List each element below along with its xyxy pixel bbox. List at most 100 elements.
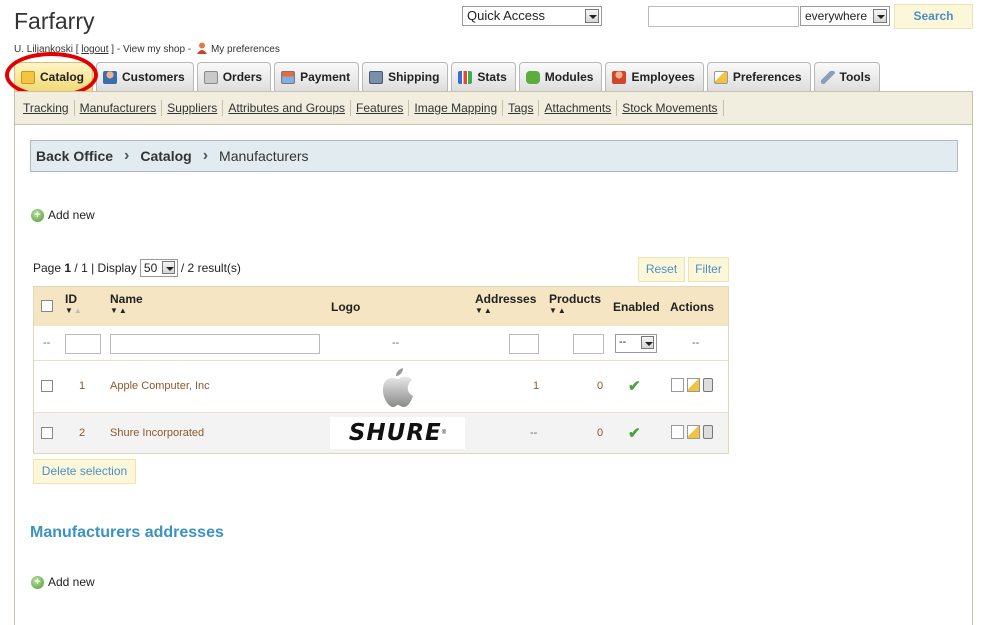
breadcrumb: Back Office › Catalog › Manufacturers bbox=[30, 140, 958, 172]
subnav-features[interactable]: Features bbox=[351, 100, 410, 116]
delete-selection-button[interactable]: Delete selection bbox=[33, 459, 136, 484]
row-actions bbox=[671, 378, 716, 395]
customer-icon bbox=[103, 70, 118, 84]
tab-label: Tools bbox=[839, 70, 871, 84]
edit-icon[interactable] bbox=[687, 425, 700, 439]
subnav-manufacturers[interactable]: Manufacturers bbox=[75, 100, 163, 116]
search-scope-select[interactable]: everywhere bbox=[800, 6, 890, 26]
sort-icon[interactable]: ▼▲ bbox=[475, 306, 536, 315]
sort-icon[interactable]: ▼▲ bbox=[65, 306, 83, 315]
search-scope-label: everywhere bbox=[805, 9, 868, 23]
employee-icon bbox=[612, 70, 627, 84]
tab-payment[interactable]: Payment bbox=[274, 62, 360, 91]
filter-addresses-input[interactable] bbox=[509, 334, 539, 354]
column-id-label: ID bbox=[65, 292, 77, 306]
column-addresses: Addresses ▼▲ bbox=[475, 292, 536, 315]
result-count: / 2 result(s) bbox=[180, 261, 241, 275]
view-icon[interactable] bbox=[671, 378, 684, 392]
tab-preferences[interactable]: Preferences bbox=[706, 62, 811, 91]
filter-products-input[interactable] bbox=[573, 334, 604, 354]
subnav-stock-movements[interactable]: Stock Movements bbox=[617, 100, 724, 116]
logout-link[interactable]: logout bbox=[81, 44, 108, 55]
tab-tools[interactable]: Tools bbox=[813, 62, 880, 91]
my-preferences-link[interactable]: My preferences bbox=[211, 44, 280, 55]
sort-icon[interactable]: ▼▲ bbox=[110, 306, 143, 315]
subnav-image-mapping[interactable]: Image Mapping bbox=[409, 100, 504, 116]
tab-label: Stats bbox=[477, 70, 507, 84]
breadcrumb-manufacturers: Manufacturers bbox=[219, 148, 309, 164]
tab-label: Employees bbox=[631, 70, 695, 84]
chevron-down-icon bbox=[585, 9, 599, 23]
pagination: Page 1 / 1 | Display 50 / 2 result(s) bbox=[33, 259, 241, 277]
filter-name-input[interactable] bbox=[110, 334, 320, 354]
subnav-tags[interactable]: Tags bbox=[503, 100, 540, 116]
column-products: Products ▼▲ bbox=[549, 292, 601, 315]
tab-employees[interactable]: Employees bbox=[605, 62, 704, 91]
row-id: 2 bbox=[79, 427, 86, 439]
row-id: 1 bbox=[79, 380, 86, 392]
filter-dash: -- bbox=[392, 337, 400, 349]
truck-icon bbox=[369, 70, 384, 84]
cart-icon bbox=[203, 70, 218, 84]
row-addresses: 1 bbox=[533, 380, 540, 392]
catalog-subnav: Tracking Manufacturers Suppliers Attribu… bbox=[14, 91, 973, 125]
tab-label: Payment bbox=[300, 70, 351, 84]
filter-id-input[interactable] bbox=[65, 334, 101, 354]
search-button[interactable]: Search bbox=[894, 4, 973, 29]
subnav-attachments[interactable]: Attachments bbox=[539, 100, 618, 116]
search-input[interactable] bbox=[648, 6, 799, 27]
puzzle-icon bbox=[525, 70, 540, 84]
delete-icon[interactable] bbox=[703, 425, 713, 439]
filter-enabled-select[interactable]: -- bbox=[615, 334, 657, 353]
select-all-checkbox[interactable] bbox=[41, 300, 53, 312]
display-count-select[interactable]: 50 bbox=[139, 259, 178, 277]
add-new-label: Add new bbox=[48, 575, 95, 589]
column-id: ID ▼▲ bbox=[65, 292, 83, 315]
chevron-right-icon: › bbox=[202, 147, 209, 164]
add-new-manufacturer-link[interactable]: + Add new bbox=[31, 208, 95, 222]
table-header: ID ▼▲ Name ▼▲ Logo Addresses ▼▲ Products… bbox=[34, 287, 728, 326]
filter-button[interactable]: Filter bbox=[688, 257, 729, 282]
delete-icon[interactable] bbox=[703, 378, 713, 392]
tab-customers[interactable]: Customers bbox=[96, 62, 194, 91]
table-row[interactable]: 2 Shure Incorporated SHURE ® -- 0 ✔ bbox=[34, 413, 728, 453]
edit-icon[interactable] bbox=[687, 378, 700, 392]
enabled-check-icon[interactable]: ✔ bbox=[628, 377, 641, 395]
chevron-down-icon bbox=[641, 336, 654, 349]
table-row[interactable]: 1 Apple Computer, Inc 1 0 ✔ bbox=[34, 361, 728, 413]
column-logo: Logo bbox=[331, 300, 361, 314]
add-new-address-link[interactable]: + Add new bbox=[31, 575, 95, 589]
tab-modules[interactable]: Modules bbox=[518, 62, 603, 91]
main-tabs: Catalog Customers Orders Payment Shippin… bbox=[14, 62, 883, 92]
tab-stats[interactable]: Stats bbox=[451, 62, 516, 91]
view-icon[interactable] bbox=[671, 425, 684, 439]
shure-logo: SHURE ® bbox=[330, 417, 465, 449]
subnav-tracking[interactable]: Tracking bbox=[18, 100, 75, 116]
chevron-down-icon bbox=[873, 9, 887, 23]
breadcrumb-catalog[interactable]: Catalog bbox=[140, 148, 191, 164]
view-shop-link[interactable]: View my shop bbox=[123, 44, 185, 55]
quick-access-label: Quick Access bbox=[467, 8, 546, 23]
chart-icon bbox=[458, 70, 473, 84]
add-icon: + bbox=[31, 575, 44, 589]
breadcrumb-back-office[interactable]: Back Office bbox=[36, 148, 113, 164]
subnav-suppliers[interactable]: Suppliers bbox=[162, 100, 224, 116]
tab-label: Customers bbox=[122, 70, 185, 84]
enabled-check-icon[interactable]: ✔ bbox=[628, 424, 641, 442]
row-checkbox[interactable] bbox=[41, 380, 53, 392]
tab-orders[interactable]: Orders bbox=[196, 62, 272, 91]
filter-enabled-value: -- bbox=[619, 336, 627, 348]
row-checkbox[interactable] bbox=[41, 427, 53, 439]
tab-shipping[interactable]: Shipping bbox=[362, 62, 449, 91]
row-name[interactable]: Apple Computer, Inc bbox=[110, 380, 210, 392]
subnav-attributes-groups[interactable]: Attributes and Groups bbox=[223, 100, 352, 116]
total-pages: / 1 | Display bbox=[74, 261, 137, 275]
row-addresses: -- bbox=[530, 427, 538, 439]
filter-dash: -- bbox=[43, 337, 51, 349]
sort-icon[interactable]: ▼▲ bbox=[549, 306, 601, 315]
row-products: 0 bbox=[597, 427, 604, 439]
column-enabled: Enabled bbox=[613, 300, 660, 314]
reset-button[interactable]: Reset bbox=[638, 257, 685, 282]
row-name[interactable]: Shure Incorporated bbox=[110, 427, 204, 439]
quick-access-select[interactable]: Quick Access bbox=[462, 6, 602, 26]
